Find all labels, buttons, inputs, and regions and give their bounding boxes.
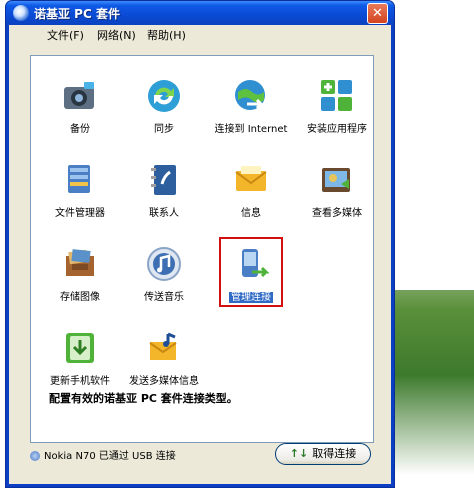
music-transfer-icon [147,247,181,281]
internet-connect-icon [235,80,265,110]
item-install-apps[interactable]: 安装应用程序 [288,78,386,148]
connection-arrows-icon: ↑↓ [289,447,309,460]
menu-network[interactable]: 网络(N) [97,27,136,43]
item-label: 安装应用程序 [307,124,367,135]
item-label: 联系人 [149,208,179,219]
close-button[interactable]: ✕ [367,3,388,24]
cancel-connection-label: 取得连接 [312,447,357,460]
item-sync[interactable]: 同步 [115,78,213,148]
send-multimedia-icon [149,332,177,360]
function-panel: 备份 同步 连接到 Internet 安装应用程序 文件管理器 联系人 信息 查… [30,55,374,443]
item-label: 传送音乐 [144,292,184,303]
item-label: 发送多媒体信息 [129,376,199,387]
item-label: 信息 [241,208,261,219]
multimedia-viewer-icon [322,168,350,192]
item-messages[interactable]: 信息 [202,162,300,232]
connection-status-text: Nokia N70 已通过 USB 连接 [44,451,176,462]
status-bar: Nokia N70 已通过 USB 连接 [30,447,176,462]
menu-bar: 文件(F) 网络(N) 帮助(H) [9,25,391,43]
sync-icon [148,80,180,112]
manage-connection-icon [242,249,269,278]
message-envelope-icon [235,166,267,191]
item-contacts[interactable]: 联系人 [115,162,213,232]
update-phone-software-icon [66,333,94,363]
item-label: 连接到 Internet [214,124,288,135]
backup-camera-icon [64,82,94,109]
item-label: 管理连接 [229,292,273,303]
menu-file[interactable]: 文件(F) [47,27,84,43]
item-view-multimedia[interactable]: 查看多媒体 [288,162,386,232]
install-apps-icon [321,80,352,111]
contacts-icon [151,165,176,195]
item-manage-connection[interactable]: 管理连接 [202,237,300,316]
item-transfer-music[interactable]: 传送音乐 [115,246,213,316]
window-title: 诺基亚 PC 套件 [34,7,120,21]
title-bar[interactable]: 诺基亚 PC 套件 ✕ [6,1,394,25]
client-area: 备份 同步 连接到 Internet 安装应用程序 文件管理器 联系人 信息 查… [9,43,391,484]
pc-suite-window: 诺基亚 PC 套件 ✕ 文件(F) 网络(N) 帮助(H) 备份 同步 连接到 … [5,0,395,488]
cancel-connection-button[interactable]: ↑↓ 取得连接 [275,443,371,465]
app-icon [13,5,29,21]
menu-help[interactable]: 帮助(H) [147,27,186,43]
file-manager-icon [68,165,90,193]
desktop-background [388,0,474,500]
store-images-icon [66,249,94,276]
info-description: 配置有效的诺基亚 PC 套件连接类型。 [49,392,238,405]
item-connect-internet[interactable]: 连接到 Internet [202,78,300,148]
item-label: 查看多媒体 [312,208,362,219]
item-label: 同步 [154,124,174,135]
connection-status-icon [30,451,40,461]
